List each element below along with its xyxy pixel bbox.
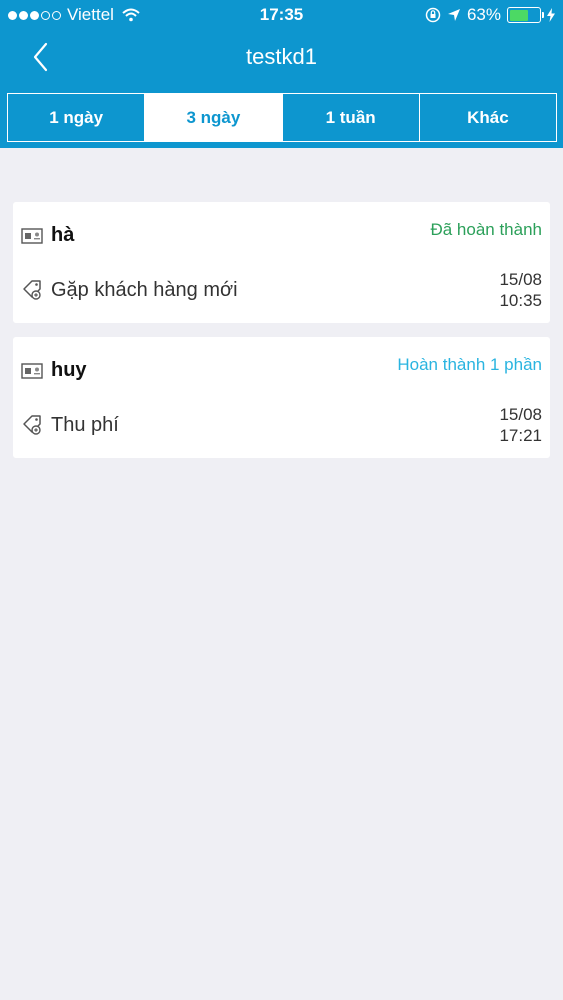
- task-description: Thu phí: [51, 413, 119, 436]
- customer-name: huy: [51, 359, 87, 381]
- tab-1-day[interactable]: 1 ngày: [8, 94, 146, 141]
- tab-other[interactable]: Khác: [420, 94, 556, 141]
- location-arrow-icon: [447, 9, 460, 21]
- visit-card[interactable]: hà Đã hoàn thành Gặp khách hàng mới 15/0…: [13, 202, 550, 323]
- customer-name: hà: [51, 224, 75, 246]
- navigation-bar: testkd1: [0, 30, 563, 86]
- status-badge: Hoàn thành 1 phần: [397, 355, 542, 374]
- visit-datetime: 15/08 10:35: [499, 269, 542, 311]
- id-card-icon: [21, 362, 43, 379]
- visit-datetime: 15/08 17:21: [499, 404, 542, 446]
- visit-date: 15/08: [499, 270, 542, 289]
- tag-icon: [23, 280, 41, 300]
- orientation-lock-icon: [425, 7, 441, 23]
- visit-time: 17:21: [499, 426, 542, 445]
- header: Viettel 17:35 63% testkd1 1 ngày 3 ngày …: [0, 0, 563, 148]
- battery-percentage: 63%: [466, 5, 501, 24]
- page-title: testkd1: [246, 44, 317, 69]
- status-badge: Đã hoàn thành: [430, 220, 542, 239]
- task-description: Gặp khách hàng mới: [51, 278, 238, 301]
- id-card-icon: [21, 227, 43, 244]
- tab-1-week[interactable]: 1 tuần: [283, 94, 420, 141]
- period-tabs: 1 ngày 3 ngày 1 tuần Khác: [7, 93, 557, 142]
- tab-3-days[interactable]: 3 ngày: [145, 94, 283, 141]
- visit-card[interactable]: huy Hoàn thành 1 phần Thu phí 15/08 17:2…: [13, 337, 550, 458]
- status-bar: Viettel 17:35 63%: [0, 0, 563, 30]
- visit-date: 15/08: [499, 405, 542, 424]
- charging-bolt-icon: [547, 8, 555, 22]
- tag-icon: [23, 415, 41, 435]
- battery-icon: [507, 7, 544, 23]
- visit-time: 10:35: [499, 291, 542, 310]
